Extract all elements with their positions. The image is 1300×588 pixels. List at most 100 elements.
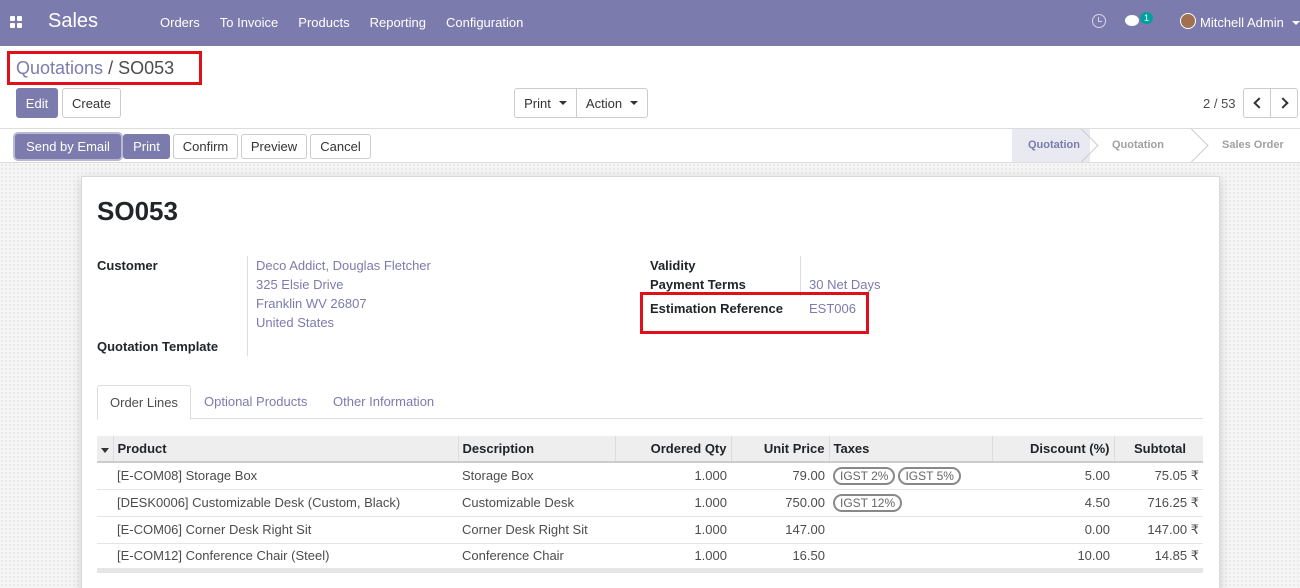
stage-sales-order-label: Sales Order xyxy=(1222,139,1284,151)
action-dropdown[interactable]: Action xyxy=(576,88,648,118)
cell-product[interactable]: [E-COM06] Corner Desk Right Sit xyxy=(113,516,458,544)
user-name[interactable]: Mitchell Admin xyxy=(1200,15,1284,30)
order-title: SO053 xyxy=(97,196,178,226)
cell-description[interactable]: Corner Desk Right Sit xyxy=(458,516,615,544)
row-handle xyxy=(97,489,113,517)
cell-ordered-qty[interactable]: 1.000 xyxy=(615,543,731,573)
cell-subtotal[interactable]: 716.25 ₹ xyxy=(1114,489,1203,517)
chat-icon[interactable] xyxy=(1125,15,1139,26)
payment-terms-label: Payment Terms xyxy=(650,277,746,292)
cell-description[interactable]: Conference Chair xyxy=(458,543,615,573)
cell-product[interactable]: [E-COM08] Storage Box xyxy=(113,462,458,490)
header-ordered-qty[interactable]: Ordered Qty xyxy=(614,436,731,463)
table-row[interactable]: [E-COM06] Corner Desk Right Sit Corner De… xyxy=(97,516,1203,544)
main-menu: Orders To Invoice Products Reporting Con… xyxy=(150,15,533,30)
header-unit-price[interactable]: Unit Price xyxy=(730,436,829,463)
cell-discount[interactable]: 5.00 xyxy=(992,462,1114,490)
cell-taxes[interactable] xyxy=(829,516,992,544)
create-button[interactable]: Create xyxy=(62,88,121,118)
right-fields-divider xyxy=(800,256,801,296)
stage-bar: Quotation Quotation Sent Sales Order xyxy=(1012,129,1300,184)
cell-ordered-qty[interactable]: 1.000 xyxy=(615,462,731,490)
stage-sales-order[interactable]: Sales Order xyxy=(1200,129,1300,162)
cell-taxes[interactable]: IGST 2% IGST 5% xyxy=(829,462,992,490)
activity-clock-icon[interactable] xyxy=(1092,14,1106,28)
cell-subtotal[interactable]: 147.00 ₹ xyxy=(1114,516,1203,544)
menu-orders[interactable]: Orders xyxy=(160,15,200,30)
quotation-template-label: Quotation Template xyxy=(97,339,219,354)
tab-order-lines[interactable]: Order Lines xyxy=(97,385,191,420)
cell-discount[interactable]: 10.00 xyxy=(992,543,1114,573)
estimation-highlight xyxy=(640,292,869,334)
row-handle xyxy=(97,543,113,573)
menu-configuration[interactable]: Configuration xyxy=(446,15,523,30)
cell-unit-price[interactable]: 147.00 xyxy=(731,516,829,544)
app-name[interactable]: Sales xyxy=(48,10,98,33)
cell-subtotal[interactable]: 75.05 ₹ xyxy=(1114,462,1203,490)
cell-unit-price[interactable]: 16.50 xyxy=(731,543,829,573)
customer-city: Franklin WV 26807 xyxy=(256,296,367,311)
user-avatar[interactable] xyxy=(1180,13,1196,29)
action-dropdown-label: Action xyxy=(585,95,623,111)
tab-other-information[interactable]: Other Information xyxy=(321,385,446,419)
header-description[interactable]: Description xyxy=(457,436,615,463)
print-button[interactable]: Print xyxy=(123,134,170,159)
menu-reporting[interactable]: Reporting xyxy=(370,15,426,30)
header-product[interactable]: Product xyxy=(112,436,458,463)
chevron-down-icon xyxy=(558,101,567,105)
table-row[interactable]: [E-COM12] Conference Chair (Steel) Confer… xyxy=(97,543,1203,573)
row-handle xyxy=(97,516,113,544)
cell-discount[interactable]: 4.50 xyxy=(992,489,1114,517)
cell-product[interactable]: [E-COM12] Conference Chair (Steel) xyxy=(113,543,458,573)
user-caret-icon[interactable] xyxy=(1292,21,1300,25)
menu-products[interactable]: Products xyxy=(298,15,349,30)
print-dropdown[interactable]: Print xyxy=(514,88,577,118)
send-by-email-button[interactable]: Send by Email xyxy=(15,134,121,159)
menu-to-invoice[interactable]: To Invoice xyxy=(220,15,279,30)
table-row[interactable]: [E-COM08] Storage Box Storage Box 1.000 79.… xyxy=(97,462,1203,490)
sort-handle[interactable] xyxy=(97,436,113,463)
confirm-button[interactable]: Confirm xyxy=(173,134,238,159)
cancel-button[interactable]: Cancel xyxy=(310,134,371,159)
edit-button[interactable]: Edit xyxy=(16,88,58,118)
cell-product[interactable]: [DESK0006] Customizable Desk (Custom, Bl… xyxy=(113,489,458,517)
stage-arrow xyxy=(1080,129,1100,162)
caret-down-icon xyxy=(101,448,109,453)
cell-ordered-qty[interactable]: 1.000 xyxy=(615,489,731,517)
customer-label: Customer xyxy=(97,258,158,273)
pager-next-button[interactable] xyxy=(1270,88,1298,118)
row-handle xyxy=(97,462,113,490)
cell-unit-price[interactable]: 750.00 xyxy=(731,489,829,517)
cell-taxes[interactable] xyxy=(829,543,992,573)
chevron-left-icon xyxy=(1252,97,1265,109)
preview-button[interactable]: Preview xyxy=(241,134,307,159)
header-discount[interactable]: Discount (%) xyxy=(991,436,1114,463)
table-row[interactable]: [DESK0006] Customizable Desk (Custom, Bl… xyxy=(97,489,1203,517)
tab-optional-products[interactable]: Optional Products xyxy=(192,385,319,419)
cell-discount[interactable]: 0.00 xyxy=(992,516,1114,544)
stage-quotation[interactable]: Quotation xyxy=(1012,129,1090,162)
header-subtotal[interactable]: Subtotal xyxy=(1113,436,1203,463)
customer-divider xyxy=(247,256,248,356)
cell-subtotal[interactable]: 14.85 ₹ xyxy=(1114,543,1203,573)
cell-description[interactable]: Storage Box xyxy=(458,462,615,490)
cell-taxes[interactable]: IGST 12% xyxy=(829,489,992,517)
apps-grid-icon[interactable] xyxy=(10,16,23,29)
print-dropdown-label: Print xyxy=(524,95,551,111)
notebook-tabs: Order Lines Optional Products Other Info… xyxy=(97,385,1203,420)
cell-description[interactable]: Customizable Desk xyxy=(458,489,615,517)
header-taxes[interactable]: Taxes xyxy=(828,436,992,463)
cell-ordered-qty[interactable]: 1.000 xyxy=(615,516,731,544)
pager-value[interactable]: 2 / 53 xyxy=(1203,96,1236,111)
validity-label: Validity xyxy=(650,258,696,273)
cell-unit-price[interactable]: 79.00 xyxy=(731,462,829,490)
customer-country: United States xyxy=(256,315,335,330)
breadcrumb-highlight xyxy=(7,51,202,85)
stage-quotation-sent[interactable]: Quotation Sent xyxy=(1090,129,1200,184)
chat-count-badge: 1 xyxy=(1140,12,1154,24)
tax-tag: IGST 5% xyxy=(898,466,961,485)
payment-terms-value[interactable]: 30 Net Days xyxy=(809,277,881,292)
pager-previous-button[interactable] xyxy=(1243,88,1271,118)
chevron-right-icon xyxy=(1276,97,1289,109)
customer-name[interactable]: Deco Addict, Douglas Fletcher xyxy=(256,258,431,273)
